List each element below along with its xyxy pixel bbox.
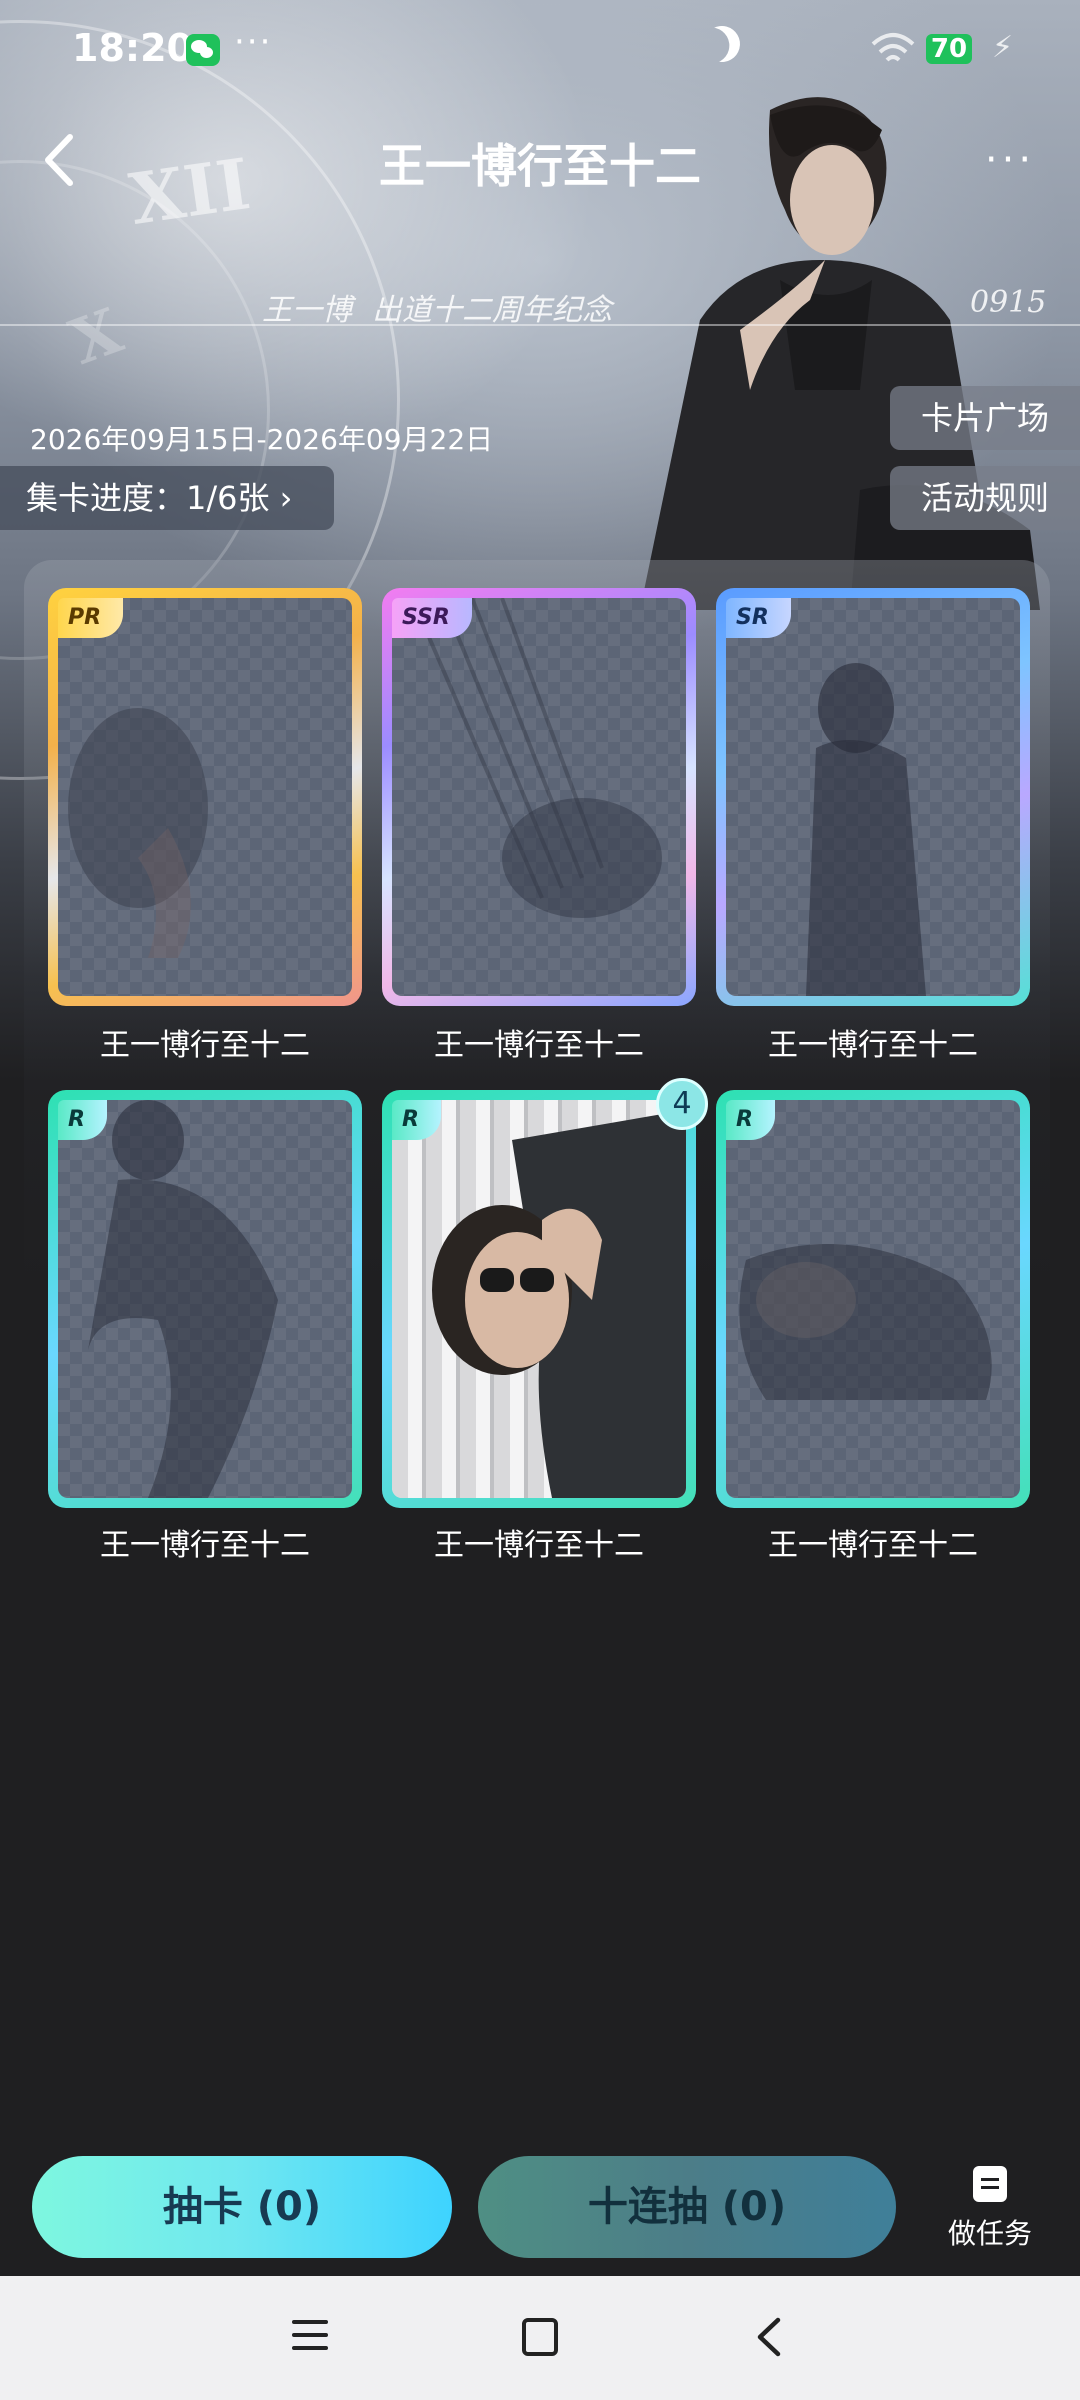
card-name: 王一博行至十二: [434, 1028, 644, 1063]
home-icon[interactable]: [522, 2318, 558, 2356]
card-r-1[interactable]: R: [48, 1090, 362, 1508]
draw-card-button[interactable]: 抽卡 (0): [32, 2156, 452, 2258]
card-locked-image: [392, 598, 686, 996]
card-locked-image: [58, 598, 352, 996]
recent-apps-icon[interactable]: [292, 2320, 328, 2356]
more-options-button[interactable]: ···: [970, 130, 1050, 190]
card-locked-image: [58, 1100, 352, 1498]
card-locked-image: [726, 1100, 1020, 1498]
task-list-icon: [973, 2166, 1007, 2202]
event-date-range: 2026年09月15日-2026年09月22日: [30, 423, 494, 456]
card-name: 王一博行至十二: [100, 1028, 310, 1063]
tasks-button[interactable]: 做任务: [930, 2166, 1050, 2256]
charging-bolt-icon: ⚡: [992, 30, 1014, 65]
card-silhouette: [68, 708, 208, 958]
card-r-2-owned[interactable]: R: [382, 1090, 696, 1508]
hero-caption-date: 0915: [970, 285, 1047, 320]
ten-draw-button[interactable]: 十连抽 (0): [478, 2156, 896, 2258]
card-locked-image: [726, 598, 1020, 996]
rarity-badge: SSR: [392, 598, 472, 638]
rarity-badge: SR: [726, 598, 791, 638]
system-navigation-bar: [0, 2276, 1080, 2400]
card-plaza-button[interactable]: 卡片广场: [890, 386, 1080, 450]
wechat-icon: [186, 34, 220, 66]
status-time: 18:20: [72, 26, 193, 70]
battery-icon: 70: [926, 34, 972, 64]
hero-caption-anniversary: 出道十二周年纪念: [372, 293, 612, 328]
activity-rules-button[interactable]: 活动规则: [890, 466, 1080, 530]
system-back-icon[interactable]: [752, 2316, 788, 2358]
card-count-badge: 4: [656, 1078, 708, 1130]
card-silhouette: [806, 663, 926, 996]
card-portrait: [432, 1110, 686, 1498]
card-name: 王一博行至十二: [434, 1528, 644, 1563]
card-photo: [392, 1100, 686, 1498]
card-silhouette: [88, 1100, 278, 1498]
wifi-icon: [871, 33, 915, 62]
card-name: 王一博行至十二: [768, 1528, 978, 1563]
rarity-badge: PR: [58, 598, 124, 638]
card-r-3[interactable]: R: [716, 1090, 1030, 1508]
card-silhouette: [410, 598, 662, 918]
moon-icon: [697, 19, 746, 68]
card-ssr[interactable]: SSR: [382, 588, 696, 1006]
card-name: 王一博行至十二: [768, 1028, 978, 1063]
card-pr[interactable]: PR: [48, 588, 362, 1006]
collection-progress-button[interactable]: 集卡进度：1/6张 ›: [0, 466, 334, 530]
card-sr[interactable]: SR: [716, 588, 1030, 1006]
hero-caption-name: 王一博: [262, 293, 352, 328]
tasks-label: 做任务: [947, 2217, 1032, 2250]
card-name: 王一博行至十二: [100, 1528, 310, 1563]
status-more-dots: ···: [234, 22, 273, 62]
card-silhouette: [739, 1244, 992, 1400]
status-bar: 18:20 ··· 70 ⚡: [0, 0, 1080, 100]
page-title: 王一博行至十二: [379, 139, 701, 193]
